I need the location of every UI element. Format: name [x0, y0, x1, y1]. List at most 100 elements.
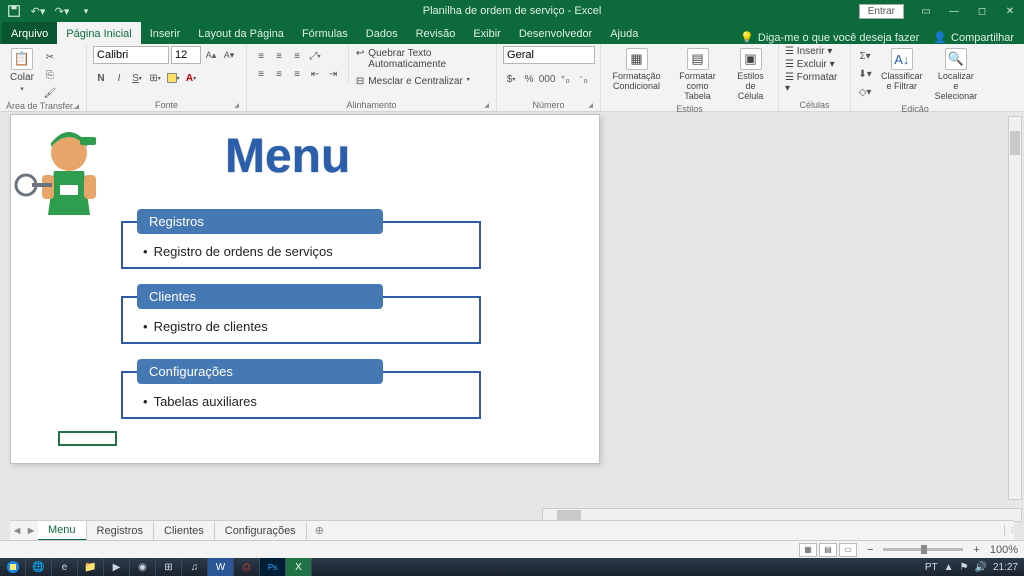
- format-cells-button[interactable]: ☰ Formatar ▾: [785, 72, 844, 94]
- font-size-select[interactable]: [171, 46, 201, 64]
- sheet-nav-left-icon[interactable]: ◄: [10, 524, 24, 538]
- maximize-button[interactable]: ◻: [968, 0, 996, 22]
- percent-format-icon[interactable]: %: [521, 71, 537, 87]
- underline-button[interactable]: S▾: [129, 70, 145, 86]
- insert-cells-button[interactable]: ☰ Inserir ▾: [785, 46, 832, 57]
- fill-icon[interactable]: ⬇▾: [857, 66, 873, 82]
- increase-font-icon[interactable]: A▴: [203, 47, 219, 63]
- start-button[interactable]: [0, 558, 26, 576]
- sheet-nav-right-icon[interactable]: ►: [24, 524, 38, 538]
- tell-me-search[interactable]: 💡 Diga-me o que você deseja fazer: [740, 31, 919, 44]
- bold-button[interactable]: N: [93, 70, 109, 86]
- format-as-table-button[interactable]: ▤ Formatar como Tabela: [670, 46, 725, 104]
- taskbar-excel-icon[interactable]: X: [286, 558, 312, 576]
- tray-flag-icon[interactable]: ⚑: [960, 562, 969, 573]
- tab-layout[interactable]: Layout da Página: [189, 22, 293, 44]
- new-sheet-button[interactable]: ⊕: [307, 524, 332, 537]
- signin-button[interactable]: Entrar: [859, 4, 904, 19]
- align-right-icon[interactable]: ≡: [289, 66, 305, 82]
- minimize-button[interactable]: —: [940, 0, 968, 22]
- decrease-indent-icon[interactable]: ⇤: [307, 66, 323, 82]
- vertical-scrollbar[interactable]: [1008, 116, 1022, 500]
- align-middle-icon[interactable]: ≡: [271, 48, 287, 64]
- taskbar-app1-icon[interactable]: ▶: [104, 558, 130, 576]
- number-format-select[interactable]: [503, 46, 595, 64]
- italic-button[interactable]: I: [111, 70, 127, 86]
- zoom-in-button[interactable]: +: [973, 544, 979, 556]
- tray-lang[interactable]: PT: [925, 562, 938, 573]
- taskbar-pdf-icon[interactable]: ⎙: [234, 558, 260, 576]
- align-center-icon[interactable]: ≡: [271, 66, 287, 82]
- taskbar-chrome-icon[interactable]: 🌐: [26, 558, 52, 576]
- sheet-tab-clientes[interactable]: Clientes: [154, 522, 215, 540]
- view-page-layout-icon[interactable]: ▤: [819, 543, 837, 557]
- zoom-slider[interactable]: [883, 548, 963, 551]
- orientation-icon[interactable]: ⤢▾: [307, 48, 323, 64]
- taskbar-app4-icon[interactable]: ♫: [182, 558, 208, 576]
- tray-clock[interactable]: 21:27: [993, 562, 1018, 573]
- share-button[interactable]: 👤 Compartilhar: [933, 31, 1014, 44]
- fill-color-button[interactable]: ▾: [165, 70, 181, 86]
- paste-button[interactable]: 📋 Colar ▾: [6, 46, 38, 95]
- sort-filter-button[interactable]: A↓ Classificar e Filtrar: [877, 46, 927, 94]
- border-button[interactable]: ⊞▾: [147, 70, 163, 86]
- decrease-font-icon[interactable]: A▾: [221, 47, 237, 63]
- merge-center-button[interactable]: ⊟ Mesclar e Centralizar ▾: [356, 76, 490, 87]
- increase-decimal-icon[interactable]: ⁺₀: [557, 71, 573, 87]
- zoom-out-button[interactable]: −: [867, 544, 873, 556]
- section-header-config[interactable]: Configurações: [137, 359, 383, 384]
- autosum-icon[interactable]: Σ▾: [857, 48, 873, 64]
- delete-cells-button[interactable]: ☰ Excluir ▾: [785, 59, 835, 70]
- format-painter-icon[interactable]: 🖌: [42, 85, 58, 101]
- cell-styles-button[interactable]: ▣ Estilos de Célula: [729, 46, 772, 104]
- cut-icon[interactable]: ✂: [42, 49, 58, 65]
- tab-help[interactable]: Ajuda: [601, 22, 647, 44]
- worksheet-area[interactable]: Menu Registros Registro de ordens de ser…: [0, 112, 1024, 526]
- copy-icon[interactable]: ⎘: [42, 67, 58, 83]
- tab-file[interactable]: Arquivo: [2, 22, 57, 44]
- align-left-icon[interactable]: ≡: [253, 66, 269, 82]
- ribbon-options-icon[interactable]: ▭: [912, 0, 940, 22]
- comma-format-icon[interactable]: 000: [539, 71, 555, 87]
- qat-customize-icon[interactable]: ▾: [78, 3, 94, 19]
- view-normal-icon[interactable]: ▦: [799, 543, 817, 557]
- decrease-decimal-icon[interactable]: ⁻₀: [575, 71, 591, 87]
- sheet-tab-registros[interactable]: Registros: [87, 522, 154, 540]
- section-header-clientes[interactable]: Clientes: [137, 284, 383, 309]
- tab-view[interactable]: Exibir: [464, 22, 510, 44]
- sheet-tab-menu[interactable]: Menu: [38, 521, 87, 541]
- clear-icon[interactable]: ◇▾: [857, 84, 873, 100]
- taskbar-explorer-icon[interactable]: 📁: [78, 558, 104, 576]
- tray-network-icon[interactable]: ▲: [944, 562, 954, 573]
- tab-insert[interactable]: Inserir: [141, 22, 190, 44]
- tab-home[interactable]: Página Inicial: [57, 22, 140, 44]
- tab-developer[interactable]: Desenvolvedor: [510, 22, 601, 44]
- tab-formulas[interactable]: Fórmulas: [293, 22, 357, 44]
- save-icon[interactable]: [6, 3, 22, 19]
- font-name-select[interactable]: [93, 46, 169, 64]
- view-page-break-icon[interactable]: ▭: [839, 543, 857, 557]
- tray-volume-icon[interactable]: 🔊: [975, 562, 987, 573]
- redo-icon[interactable]: ↷▾: [54, 3, 70, 19]
- find-select-button[interactable]: 🔍 Localizar e Selecionar: [931, 46, 982, 104]
- wrap-text-button[interactable]: ↩ Quebrar Texto Automaticamente: [356, 48, 490, 70]
- taskbar-ie-icon[interactable]: e: [52, 558, 78, 576]
- increase-indent-icon[interactable]: ⇥: [325, 66, 341, 82]
- sheet-tab-config[interactable]: Configurações: [215, 522, 307, 540]
- font-color-button[interactable]: A▾: [183, 70, 199, 86]
- worksheet-canvas[interactable]: Menu Registros Registro de ordens de ser…: [10, 114, 600, 464]
- active-cell[interactable]: [58, 431, 117, 446]
- accounting-format-icon[interactable]: $▾: [503, 71, 519, 87]
- tab-data[interactable]: Dados: [357, 22, 407, 44]
- taskbar-app3-icon[interactable]: ⊞: [156, 558, 182, 576]
- conditional-format-button[interactable]: ▦ Formatação Condicional: [607, 46, 666, 94]
- section-header-registros[interactable]: Registros: [137, 209, 383, 234]
- taskbar-word-icon[interactable]: W: [208, 558, 234, 576]
- taskbar-app2-icon[interactable]: ◉: [130, 558, 156, 576]
- align-bottom-icon[interactable]: ≡: [289, 48, 305, 64]
- close-button[interactable]: ✕: [996, 0, 1024, 22]
- tab-review[interactable]: Revisão: [407, 22, 465, 44]
- align-top-icon[interactable]: ≡: [253, 48, 269, 64]
- taskbar-ps-icon[interactable]: Ps: [260, 558, 286, 576]
- undo-icon[interactable]: ↶▾: [30, 3, 46, 19]
